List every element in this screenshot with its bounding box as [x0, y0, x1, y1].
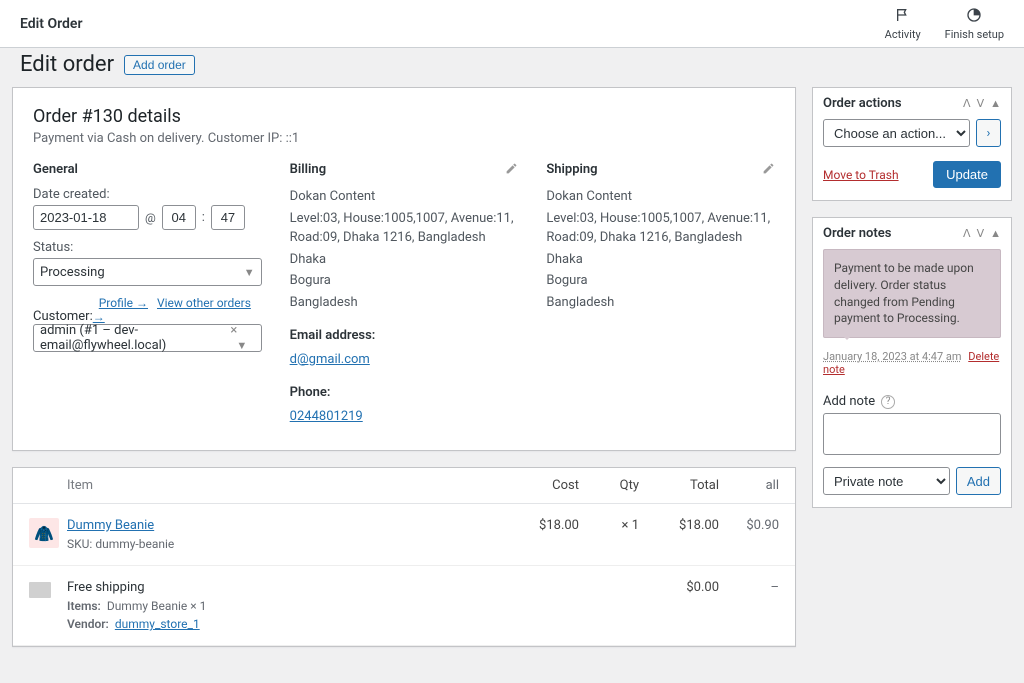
add-note-label: Add note: [823, 394, 875, 409]
finish-setup-button[interactable]: Finish setup: [945, 7, 1004, 41]
beanie-icon: 🧥: [34, 524, 54, 543]
time-colon: :: [202, 210, 205, 225]
note-type-select[interactable]: Private note: [823, 467, 950, 495]
shipping-heading: Shipping: [546, 162, 775, 177]
shipping-district: Bogura: [546, 271, 775, 291]
move-to-trash-link[interactable]: Move to Trash: [823, 168, 899, 182]
activity-label: Activity: [885, 28, 921, 41]
hour-input[interactable]: [162, 205, 196, 230]
item-total: $18.00: [639, 518, 719, 533]
order-action-select[interactable]: Choose an action...: [823, 119, 970, 147]
chevron-down-icon: ▼: [244, 266, 255, 279]
page-title: Edit Order: [20, 16, 82, 32]
status-select[interactable]: Processing ▼: [33, 258, 262, 286]
progress-icon: [966, 7, 982, 26]
shipping-icon: [29, 582, 51, 598]
shipping-name: Dokan Content: [546, 187, 775, 207]
col-item: Item: [67, 478, 509, 493]
col-total: Total: [639, 478, 719, 493]
shipping-vendor-link[interactable]: dummy_store_1: [115, 617, 200, 631]
col-all: all: [719, 478, 779, 493]
order-actions-title: Order actions: [823, 96, 902, 111]
finish-label: Finish setup: [945, 28, 1004, 41]
page-heading: Edit order: [20, 52, 114, 77]
billing-city: Dhaka: [290, 250, 519, 270]
date-created-label: Date created:: [33, 187, 262, 202]
product-name-link[interactable]: Dummy Beanie: [67, 518, 154, 533]
customer-select[interactable]: admin (#1 – dev-email@flywheel.local) × …: [33, 324, 262, 352]
move-down-icon[interactable]: ᐯ: [977, 97, 985, 110]
pencil-icon: [762, 164, 775, 179]
col-cost: Cost: [509, 478, 579, 493]
add-note-button[interactable]: Add: [956, 467, 1001, 495]
sku-label: SKU:: [67, 537, 92, 551]
help-icon[interactable]: ?: [881, 395, 895, 409]
chevron-right-icon: ›: [987, 126, 991, 141]
order-notes-title: Order notes: [823, 226, 891, 241]
minute-input[interactable]: [211, 205, 245, 230]
move-up-icon[interactable]: ᐱ: [963, 97, 971, 110]
order-title: Order #130 details: [33, 106, 775, 127]
shipping-name: Free shipping: [67, 580, 509, 595]
billing-name: Dokan Content: [290, 187, 519, 207]
at-symbol: @: [145, 211, 156, 225]
status-label: Status:: [33, 240, 262, 255]
item-cost: $18.00: [509, 518, 579, 533]
general-heading: General: [33, 162, 262, 177]
shipping-items-value: Dummy Beanie × 1: [107, 599, 207, 613]
edit-billing-button[interactable]: [505, 162, 518, 179]
product-thumbnail[interactable]: 🧥: [29, 518, 59, 548]
col-qty: Qty: [579, 478, 639, 493]
order-subtitle: Payment via Cash on delivery. Customer I…: [33, 131, 775, 146]
clear-customer-icon[interactable]: ×: [230, 323, 237, 338]
toggle-icon[interactable]: ▲: [990, 97, 1001, 110]
billing-line1: Level:03, House:1005,1007, Avenue:11, Ro…: [290, 209, 519, 248]
chevron-down-icon: ▼: [236, 339, 247, 352]
shipping-city: Dhaka: [546, 250, 775, 270]
shipping-country: Bangladesh: [546, 293, 775, 313]
billing-email-link[interactable]: d@gmail.com: [290, 352, 370, 367]
shipping-total: $0.00: [639, 580, 719, 595]
billing-phone-link[interactable]: 0244801219: [290, 409, 363, 424]
add-order-button[interactable]: Add order: [124, 55, 195, 75]
order-note: Payment to be made upon delivery. Order …: [823, 249, 1001, 338]
line-item-row: 🧥 Dummy Beanie SKU: dummy-beanie $18.00 …: [13, 504, 795, 566]
customer-value: admin (#1 – dev-email@flywheel.local): [40, 323, 230, 353]
toggle-icon[interactable]: ▲: [990, 227, 1001, 240]
item-qty: × 1: [579, 518, 639, 533]
flag-icon: [895, 7, 911, 26]
shipping-row: Free shipping Items: Dummy Beanie × 1 Ve…: [13, 566, 795, 646]
date-input[interactable]: [33, 205, 139, 230]
note-timestamp: January 18, 2023 at 4:47 am: [823, 350, 962, 363]
customer-label: Customer:: [33, 309, 93, 324]
activity-button[interactable]: Activity: [885, 7, 921, 41]
sku-value: dummy-beanie: [95, 537, 174, 551]
billing-heading: Billing: [290, 162, 519, 177]
billing-district: Bogura: [290, 271, 519, 291]
phone-label: Phone:: [290, 383, 519, 403]
note-textarea[interactable]: [823, 413, 1001, 455]
profile-link[interactable]: Profile →: [99, 296, 148, 310]
shipping-all: –: [719, 580, 779, 595]
move-up-icon[interactable]: ᐱ: [963, 227, 971, 240]
move-down-icon[interactable]: ᐯ: [977, 227, 985, 240]
edit-shipping-button[interactable]: [762, 162, 775, 179]
update-button[interactable]: Update: [933, 161, 1001, 188]
shipping-vendor-label: Vendor:: [67, 617, 109, 631]
apply-action-button[interactable]: ›: [976, 119, 1001, 147]
email-label: Email address:: [290, 326, 519, 346]
status-value: Processing: [40, 265, 105, 280]
billing-country: Bangladesh: [290, 293, 519, 313]
shipping-items-label: Items:: [67, 599, 101, 613]
pencil-icon: [505, 164, 518, 179]
item-all: $0.90: [719, 518, 779, 533]
shipping-line1: Level:03, House:1005,1007, Avenue:11, Ro…: [546, 209, 775, 248]
